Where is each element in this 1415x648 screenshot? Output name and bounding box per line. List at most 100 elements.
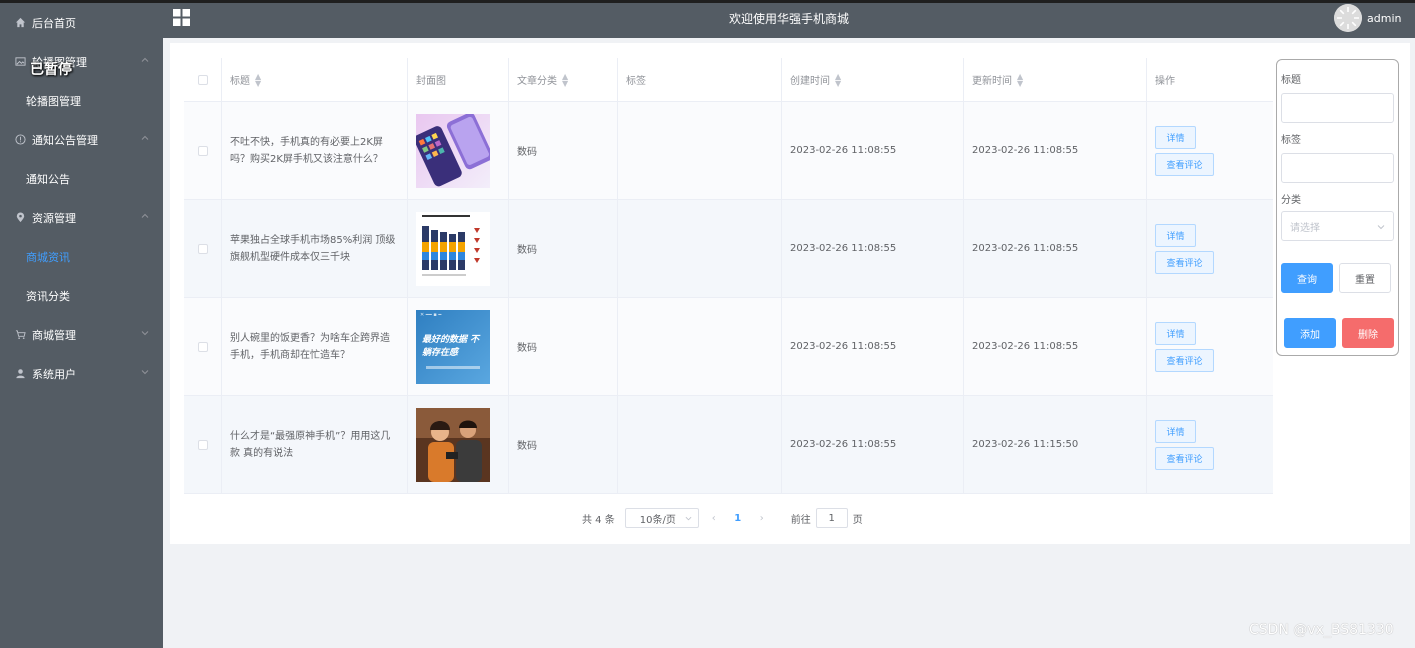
tag-filter-input[interactable] [1281,153,1394,183]
row-checkbox[interactable] [197,439,208,450]
category-cell: 数码 [509,396,618,493]
total-count: 共 4 条 [582,514,615,526]
sidebar-item-label: 资源管理 [32,211,76,225]
title-cell: 不吐不快，手机真的有必要上2K屏吗？购买2K屏手机又该注意什么？ [222,102,408,199]
page-size-select[interactable]: 10条/页 [624,508,699,528]
tag-cell [618,200,782,297]
column-header-created[interactable]: 创建时间 ▲ ▼ [782,58,964,101]
username[interactable]: admin [1367,3,1401,35]
title-cell: 苹果独占全球手机市场85%利润 顶级旗舰机型硬件成本仅三千块 [222,200,408,297]
cover-image-blue-poster[interactable]: ✕ ━━ ▪ ━ 最好的数据 不躺存在感 [416,309,490,384]
sort-icon[interactable]: ▲ ▼ [835,72,841,87]
row-select-cell [184,102,222,199]
delete-button[interactable]: 删除 [1342,318,1394,348]
sidebar-subitem-notice[interactable]: 通知公告 [0,159,163,198]
sidebar-item-label: 轮播图管理 [26,94,81,108]
row-checkbox[interactable] [197,145,208,156]
actions-cell: 详情 查看评论 [1147,298,1273,395]
updated-time: 2023-02-26 11:08:55 [972,145,1079,156]
category-cell: 数码 [509,102,618,199]
sidebar-item-notice-management[interactable]: 通知公告管理 [0,120,163,159]
goto-suffix: 页 [852,514,863,526]
chevron-up-icon [141,213,149,218]
created-cell: 2023-02-26 11:08:55 [782,298,964,395]
updated-time: 2023-02-26 11:15:50 [972,439,1079,450]
sidebar-item-label: 通知公告管理 [32,133,98,147]
row-select-cell [184,396,222,493]
column-label: 文章分类 [517,76,557,87]
column-header-title[interactable]: 标题 ▲ ▼ [222,58,408,101]
detail-button[interactable]: 详情 [1155,321,1196,345]
goto-page-input[interactable] [815,508,848,528]
updated-cell: 2023-02-26 11:08:55 [964,298,1147,395]
row-select-cell [184,200,222,297]
title-cell: 什么才是“最强原神手机”？用用这几款 真的有说法 [222,396,408,493]
page-number-current[interactable]: 1 [729,513,747,524]
avatar[interactable] [1334,4,1362,32]
updated-time: 2023-02-26 11:08:55 [972,341,1079,352]
sort-icon[interactable]: ▲ ▼ [255,72,261,87]
column-header-updated[interactable]: 更新时间 ▲ ▼ [964,58,1147,101]
sidebar-item-system-users[interactable]: 系统用户 [0,354,163,393]
detail-button[interactable]: 详情 [1155,223,1196,247]
chevron-down-icon [685,516,692,521]
cover-image-chart[interactable] [416,211,490,286]
next-page-icon[interactable]: › [747,513,777,524]
title-filter-input[interactable] [1281,93,1394,123]
loading-spinner-icon [1334,4,1362,32]
query-button[interactable]: 查询 [1281,263,1333,293]
tag-cell [618,102,782,199]
prev-page-icon[interactable]: ‹ [699,513,729,524]
column-header-cover: 封面图 [408,58,509,101]
sort-icon[interactable]: ▲ ▼ [562,72,568,87]
cover-image-people[interactable] [416,407,490,482]
watermark: CSDN @vx_BS81330 [1249,622,1394,638]
sidebar-item-resource-management[interactable]: 资源管理 [0,198,163,237]
sidebar-subitem-banner[interactable]: 轮播图管理 [0,81,163,120]
cover-cell: ✕ ━━ ▪ ━ 最好的数据 不躺存在感 [408,298,509,395]
table-row: 苹果独占全球手机市场85%利润 顶级旗舰机型硬件成本仅三千块 数码 2023-0… [184,200,1273,298]
sidebar-item-banner-management[interactable]: 轮播图管理 [0,42,163,81]
info-icon [14,134,26,146]
goto-prefix: 前往 [790,514,811,526]
reset-button[interactable]: 重置 [1339,263,1391,293]
category-filter-select[interactable]: 请选择 [1281,211,1394,241]
sidebar: 后台首页 轮播图管理 轮播图管理 通知公告管理 通知公告 资源管理 商城资讯 资… [0,3,163,648]
updated-time: 2023-02-26 11:08:55 [972,243,1079,254]
search-panel: 标题 标签 分类 请选择 查询 重置 添加 删除 [1276,59,1399,356]
category-text: 数码 [517,441,537,452]
chevron-up-icon [141,135,149,140]
sidebar-item-home[interactable]: 后台首页 [0,3,163,42]
news-title: 苹果独占全球手机市场85%利润 顶级旗舰机型硬件成本仅三千块 [230,234,396,263]
main-content: 标题 ▲ ▼ 封面图 文章分类 ▲ ▼ 标签 创建时间 ▲ ▼ 更新时间 ▲ ▼ 操作 不吐不快… [170,43,1410,544]
category-filter-label: 分类 [1281,195,1301,206]
view-comments-button[interactable]: 查看评论 [1155,348,1214,372]
column-label: 标题 [230,76,250,87]
created-cell: 2023-02-26 11:08:55 [782,102,964,199]
top-header: 欢迎使用华强手机商城 admin [163,3,1415,38]
sidebar-item-mall-management[interactable]: 商城管理 [0,315,163,354]
detail-button[interactable]: 详情 [1155,419,1196,443]
cover-image-phones[interactable] [416,113,490,188]
actions-cell: 详情 查看评论 [1147,102,1273,199]
sidebar-subitem-mall-news[interactable]: 商城资讯 [0,237,163,276]
sidebar-item-label: 商城资讯 [26,250,70,264]
sidebar-subitem-news-category[interactable]: 资讯分类 [0,276,163,315]
created-cell: 2023-02-26 11:08:55 [782,200,964,297]
cover-cell [408,200,509,297]
category-text: 数码 [517,343,537,354]
view-comments-button[interactable]: 查看评论 [1155,152,1214,176]
news-title: 别人碗里的饭更香？为啥车企跨界造手机，手机商却在忙造车？ [230,332,390,361]
row-checkbox[interactable] [197,243,208,254]
view-comments-button[interactable]: 查看评论 [1155,250,1214,274]
category-text: 数码 [517,147,537,158]
sidebar-item-label: 资讯分类 [26,289,70,303]
cover-cell [408,396,509,493]
column-header-category[interactable]: 文章分类 ▲ ▼ [509,58,618,101]
detail-button[interactable]: 详情 [1155,125,1196,149]
add-button[interactable]: 添加 [1284,318,1336,348]
sort-icon[interactable]: ▲ ▼ [1017,72,1023,87]
view-comments-button[interactable]: 查看评论 [1155,446,1214,470]
row-checkbox[interactable] [197,341,208,352]
select-all-checkbox[interactable] [197,74,208,85]
